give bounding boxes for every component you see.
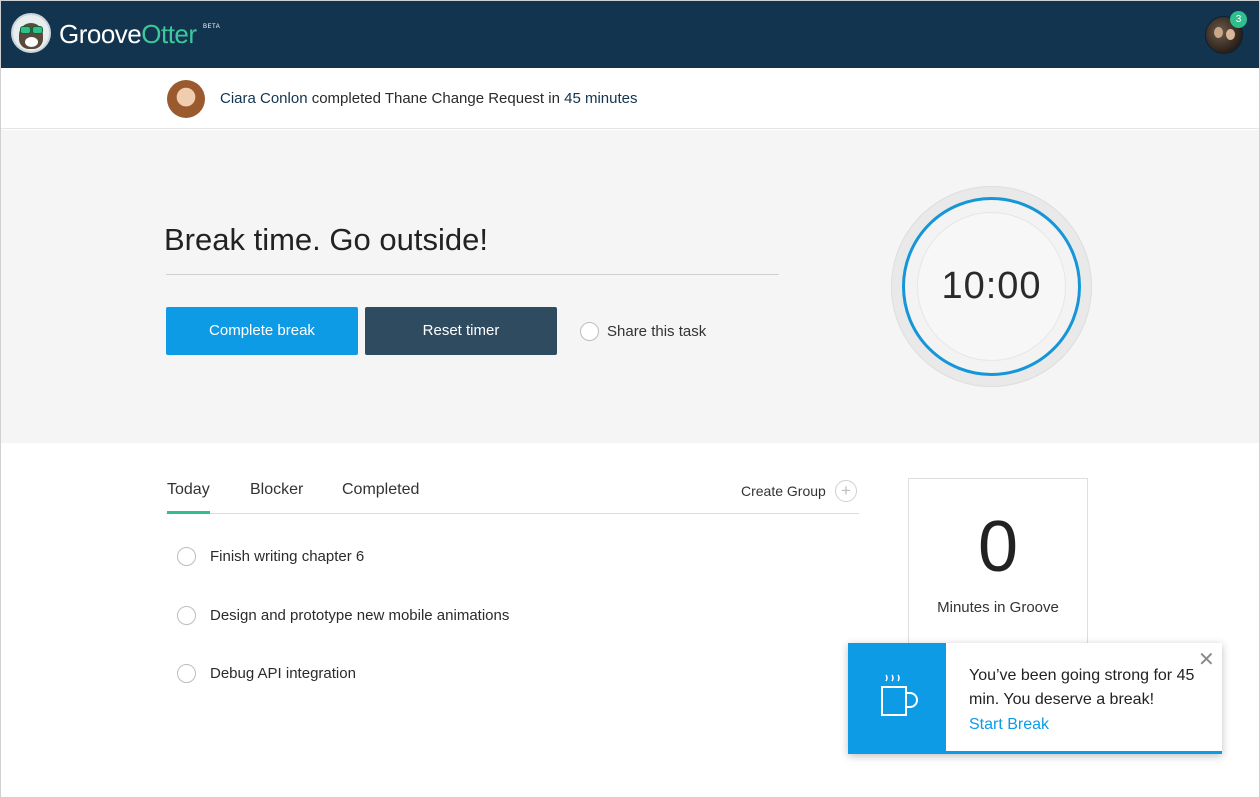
task-label[interactable]: Debug API integration — [210, 665, 356, 682]
create-group-link[interactable]: Create Group — [741, 483, 826, 499]
task-checkbox[interactable] — [177, 547, 196, 566]
close-icon[interactable]: ✕ — [1198, 647, 1215, 672]
start-break-link[interactable]: Start Break — [969, 716, 1049, 734]
task-checkbox[interactable] — [177, 664, 196, 683]
timer-readout: 10:00 — [941, 265, 1042, 307]
beta-badge: BETA — [203, 24, 221, 30]
task-label[interactable]: Finish writing chapter 6 — [210, 548, 364, 565]
break-timer: 10:00 — [891, 186, 1092, 387]
logo-word-otter: Otter — [141, 19, 197, 49]
top-bar: GrooveOtter BETA — [1, 1, 1259, 68]
coffee-cup-icon — [881, 674, 918, 716]
tab-today[interactable]: Today — [167, 481, 210, 514]
break-reminder-toast: You’ve been going strong for 45 min. You… — [848, 643, 1222, 754]
timer-progress-ring: 10:00 — [902, 197, 1081, 376]
complete-break-button[interactable]: Complete break — [166, 307, 358, 355]
tab-blocker[interactable]: Blocker — [250, 481, 303, 514]
activity-user-avatar[interactable] — [167, 80, 205, 118]
break-title: Break time. Go outside! — [164, 222, 488, 257]
toast-message: You’ve been going strong for 45 min. You… — [969, 667, 1195, 708]
share-radio[interactable] — [580, 322, 599, 341]
task-tabs: Today Blocker Completed Create Group + — [166, 480, 859, 514]
share-label: Share this task — [607, 323, 707, 340]
toast-accent-bar — [946, 751, 1222, 754]
groove-minutes-card: 0 Minutes in Groove — [908, 478, 1088, 646]
plus-icon[interactable]: + — [835, 480, 857, 502]
tab-completed[interactable]: Completed — [342, 481, 419, 514]
task-label[interactable]: Design and prototype new mobile animatio… — [210, 607, 509, 624]
task-checkbox[interactable] — [177, 606, 196, 625]
groove-minutes-label: Minutes in Groove — [937, 599, 1059, 616]
logo-word-groove: Groove — [59, 19, 142, 49]
reset-timer-button[interactable]: Reset timer — [365, 307, 557, 355]
share-task-toggle[interactable]: Share this task — [580, 322, 706, 342]
activity-action: completed Thane Change Request in — [307, 90, 565, 107]
activity-feed-item: Ciara Conlon completed Thane Change Requ… — [1, 68, 1259, 129]
title-divider — [166, 274, 779, 275]
groove-minutes-value: 0 — [977, 507, 1019, 587]
timer-face: 10:00 — [918, 213, 1065, 360]
activity-text: Ciara Conlon completed Thane Change Requ… — [220, 90, 637, 107]
break-panel: Break time. Go outside! Complete break R… — [1, 130, 1259, 443]
toast-icon-panel — [848, 643, 946, 754]
activity-user-link[interactable]: Ciara Conlon — [220, 90, 308, 107]
app-logo[interactable]: GrooveOtter — [59, 19, 197, 50]
otter-logo-icon[interactable] — [11, 13, 51, 53]
activity-duration: 45 minutes — [564, 90, 638, 107]
notification-count-badge[interactable]: 3 — [1230, 11, 1247, 28]
